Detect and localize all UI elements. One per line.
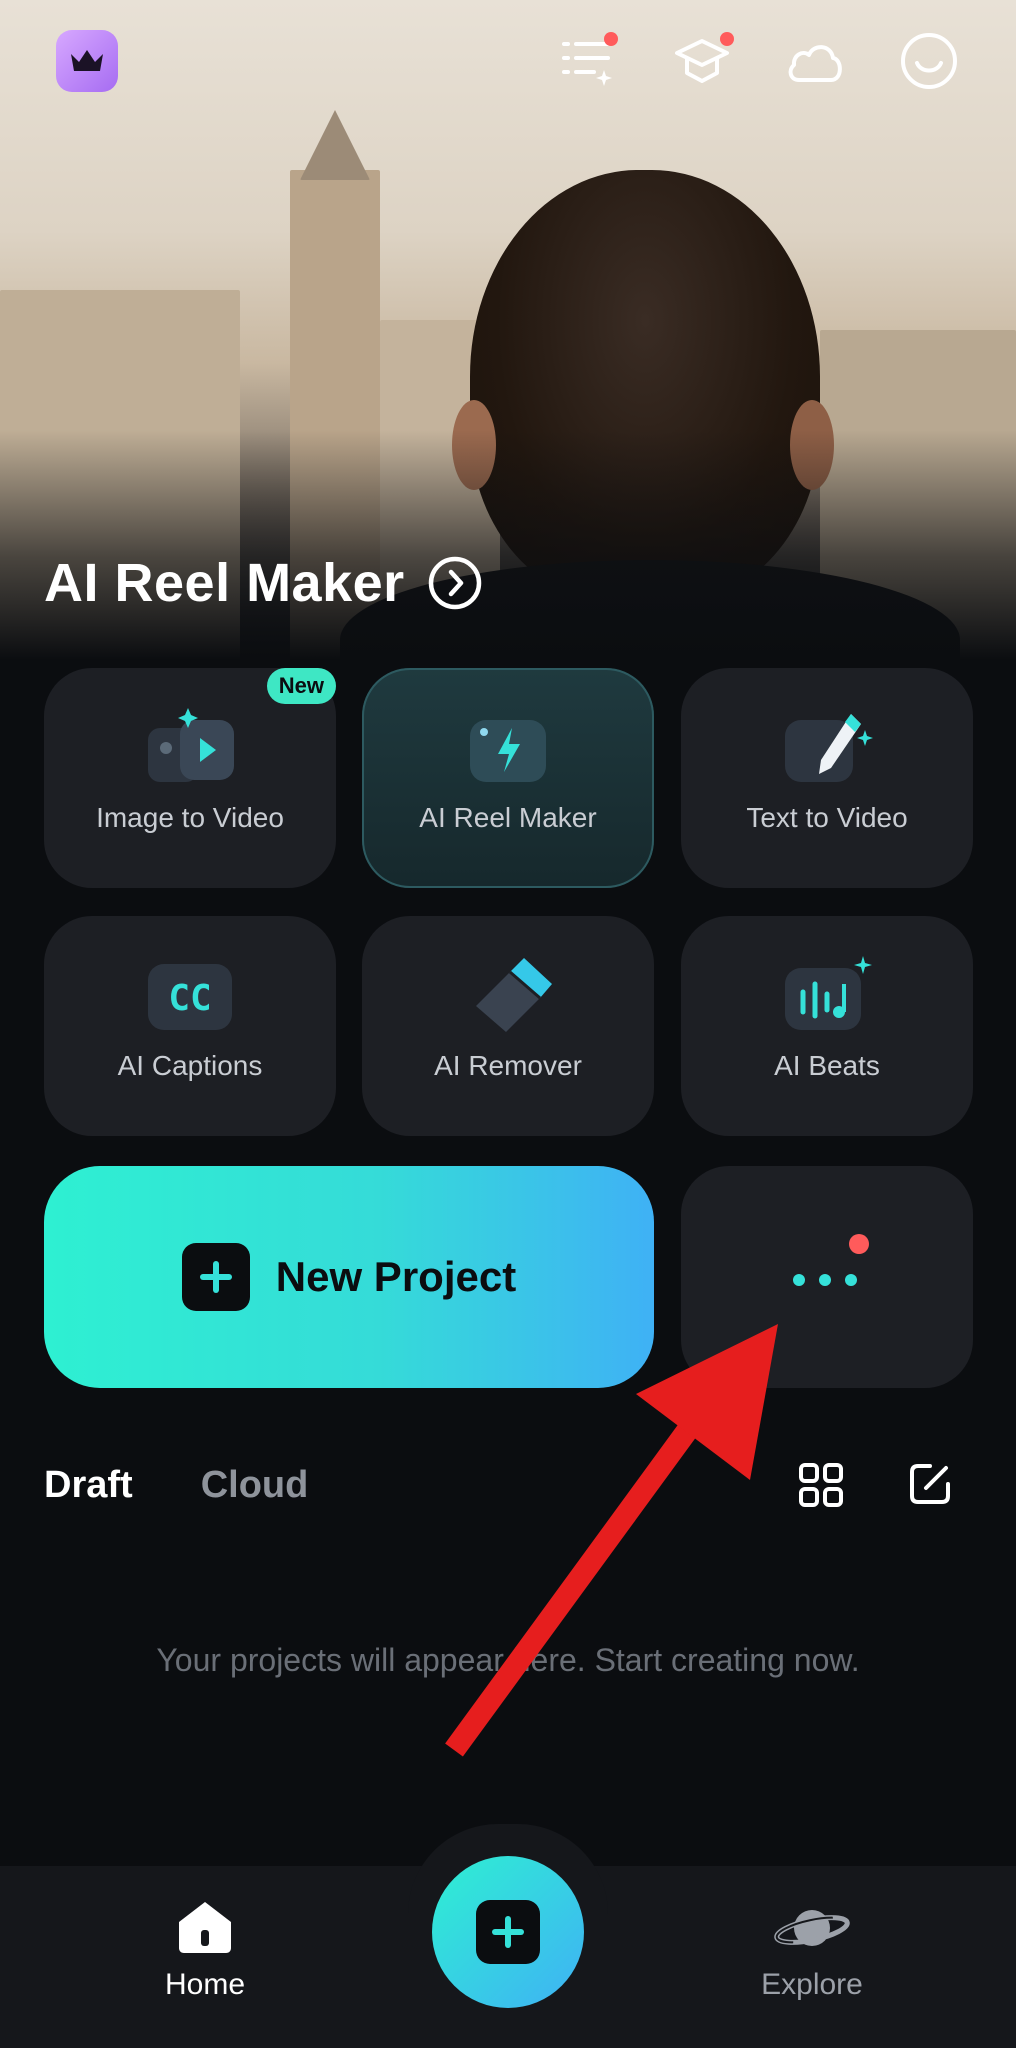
new-project-label: New Project <box>275 1253 517 1300</box>
grid-view-icon <box>799 1463 843 1507</box>
premium-crown-button[interactable] <box>56 30 118 92</box>
tab-draft[interactable]: Draft <box>44 1464 133 1507</box>
nav-home-label: Home <box>164 1968 246 2001</box>
notification-dot <box>604 32 618 46</box>
background-tower-roof <box>300 110 370 180</box>
tool-text-to-video[interactable]: Text to Video <box>681 668 973 888</box>
tool-label: AI Beats <box>774 1050 880 1081</box>
more-tools-button[interactable] <box>681 1166 973 1388</box>
tool-ai-remover[interactable]: AI Remover <box>362 916 654 1136</box>
grid-view-button[interactable] <box>796 1460 846 1510</box>
crown-icon <box>71 50 103 71</box>
tab-cloud[interactable]: Cloud <box>201 1464 309 1507</box>
tool-label: Image to Video <box>96 802 284 833</box>
new-project-button[interactable]: New Project <box>44 1166 654 1388</box>
tool-image-to-video[interactable]: New Image to Video <box>44 668 336 888</box>
planet-icon <box>774 1910 850 1946</box>
chevron-right-circle-icon <box>428 556 481 610</box>
profile-button[interactable] <box>896 28 962 94</box>
plus-icon <box>476 1900 540 1964</box>
tool-ai-reel-maker[interactable]: AI Reel Maker <box>362 668 654 888</box>
music-beats-icon <box>781 954 873 1038</box>
new-badge: New <box>266 668 336 704</box>
empty-state-message: Your projects will appear here. Start cr… <box>156 1642 860 1678</box>
tool-label: AI Reel Maker <box>419 802 597 833</box>
eraser-icon <box>462 954 554 1038</box>
edit-button[interactable] <box>904 1458 956 1510</box>
more-dots-icon <box>793 1274 857 1286</box>
tool-label: AI Remover <box>434 1050 582 1081</box>
captions-icon-text: CC <box>168 978 211 1019</box>
hero-title: AI Reel Maker <box>44 553 405 613</box>
project-tabs: Draft Cloud <box>44 1464 308 1507</box>
create-fab-button[interactable] <box>432 1856 584 2008</box>
smiley-icon <box>901 33 957 89</box>
ai-reel-maker-icon <box>462 706 554 790</box>
tool-ai-captions[interactable]: CC AI Captions <box>44 916 336 1136</box>
tasks-button[interactable] <box>556 30 620 94</box>
image-to-video-icon <box>144 706 236 790</box>
hero-gradient-overlay <box>0 430 1016 660</box>
captions-icon: CC <box>144 954 236 1038</box>
notification-dot <box>720 32 734 46</box>
cloud-icon <box>788 45 842 82</box>
text-to-video-icon <box>781 706 873 790</box>
nav-explore[interactable]: Explore <box>752 1900 872 2020</box>
cloud-button[interactable] <box>782 30 848 94</box>
home-icon <box>179 1902 231 1953</box>
tool-label: Text to Video <box>746 802 908 833</box>
nav-home[interactable]: Home <box>150 1900 260 2020</box>
hero-title-link[interactable]: AI Reel Maker <box>44 552 483 614</box>
tutorials-button[interactable] <box>670 30 734 94</box>
tool-ai-beats[interactable]: AI Beats <box>681 916 973 1136</box>
plus-icon <box>181 1243 250 1311</box>
edit-icon <box>910 1464 950 1504</box>
tool-label: AI Captions <box>117 1050 263 1081</box>
nav-explore-label: Explore <box>761 1968 863 2001</box>
notification-dot <box>849 1234 869 1254</box>
hero-banner[interactable]: AI Reel Maker <box>0 0 1016 660</box>
